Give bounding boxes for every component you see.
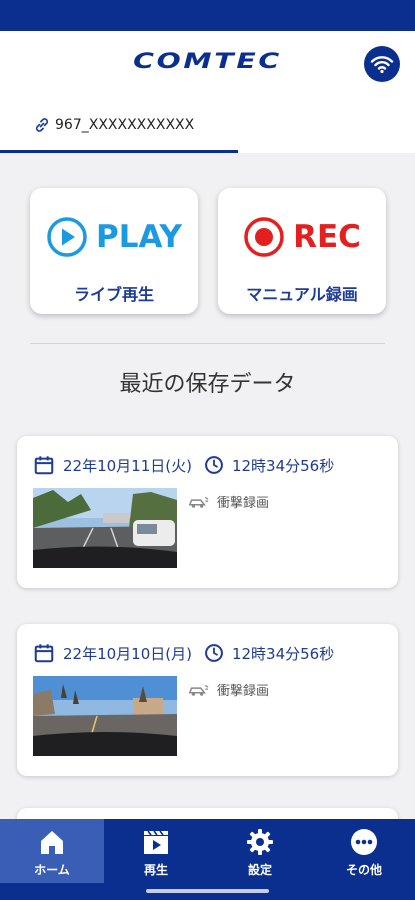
brand-logo: COMTEC: [133, 49, 282, 73]
wifi-icon: [370, 56, 394, 74]
nav-playback-label: 再生: [143, 863, 168, 877]
recording-time: 12時34分56秒: [231, 456, 335, 475]
recording-type: 衝撃録画: [217, 684, 270, 699]
record-icon: [244, 217, 284, 257]
status-bar: [0, 0, 415, 31]
device-connection[interactable]: 967_XXXXXXXXXXX: [33, 116, 194, 134]
home-indicator: [146, 889, 269, 893]
nav-settings[interactable]: 設定: [208, 819, 312, 883]
live-play-sublabel: ライブ再生: [73, 285, 154, 304]
gear-icon: [247, 829, 273, 855]
home-icon: [41, 831, 63, 854]
recording-date: 22年10月10日(月): [63, 644, 192, 663]
video-thumbnail[interactable]: [33, 488, 177, 568]
more-icon: [351, 829, 377, 855]
divider: [30, 343, 385, 344]
nav-home[interactable]: ホーム: [0, 819, 104, 883]
manual-record-button[interactable]: REC マニュアル録画: [218, 188, 386, 314]
calendar-icon: [34, 456, 54, 475]
nav-home-label: ホーム: [34, 863, 70, 877]
clock-icon: [205, 456, 223, 474]
clock-icon: [205, 644, 223, 662]
recent-data-title: 最近の保存データ: [119, 372, 296, 397]
wifi-button[interactable]: [364, 46, 400, 82]
recent-item[interactable]: 22年10月10日(月) 12時34分56秒 衝撃録画: [17, 624, 398, 776]
recording-time: 12時34分56秒: [231, 644, 335, 663]
impact-car-icon: [188, 496, 209, 508]
playback-icon: [144, 830, 168, 854]
manual-record-sublabel: マニュアル録画: [246, 285, 358, 304]
recent-item[interactable]: 22年10月11日(火) 12時34分56秒 衝撃録画: [17, 436, 398, 588]
play-icon: [47, 217, 87, 257]
device-name: 967_XXXXXXXXXXX: [55, 117, 195, 133]
device-bar[interactable]: 967_XXXXXXXXXXX: [0, 97, 415, 153]
app-header: COMTEC: [0, 31, 415, 97]
impact-car-icon: [188, 684, 209, 696]
bottom-navigation: ホーム 再生 設定 その他: [0, 819, 415, 900]
nav-playback[interactable]: 再生: [104, 819, 208, 883]
calendar-icon: [34, 644, 54, 663]
link-icon: [35, 118, 49, 132]
device-tab-underline: [0, 150, 238, 153]
nav-more-label: その他: [345, 863, 382, 877]
recording-date: 22年10月11日(火): [63, 456, 192, 475]
play-label: PLAY: [96, 219, 182, 255]
nav-settings-label: 設定: [247, 863, 272, 877]
recording-type: 衝撃録画: [217, 496, 270, 511]
rec-label: REC: [293, 219, 361, 255]
nav-more[interactable]: その他: [312, 819, 415, 883]
video-thumbnail[interactable]: [33, 676, 177, 756]
live-play-button[interactable]: PLAY ライブ再生: [30, 188, 198, 314]
